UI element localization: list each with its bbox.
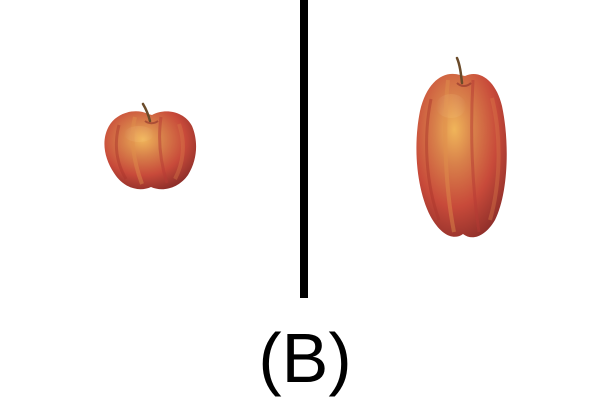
vertical-divider: [300, 0, 308, 298]
right-panel: [308, 0, 610, 300]
apple-image-left: [104, 102, 197, 190]
left-panel: [0, 0, 300, 300]
comparison-figure: (B): [0, 0, 610, 400]
apple-image-right: [416, 56, 507, 238]
figure-caption: (B): [258, 319, 352, 397]
